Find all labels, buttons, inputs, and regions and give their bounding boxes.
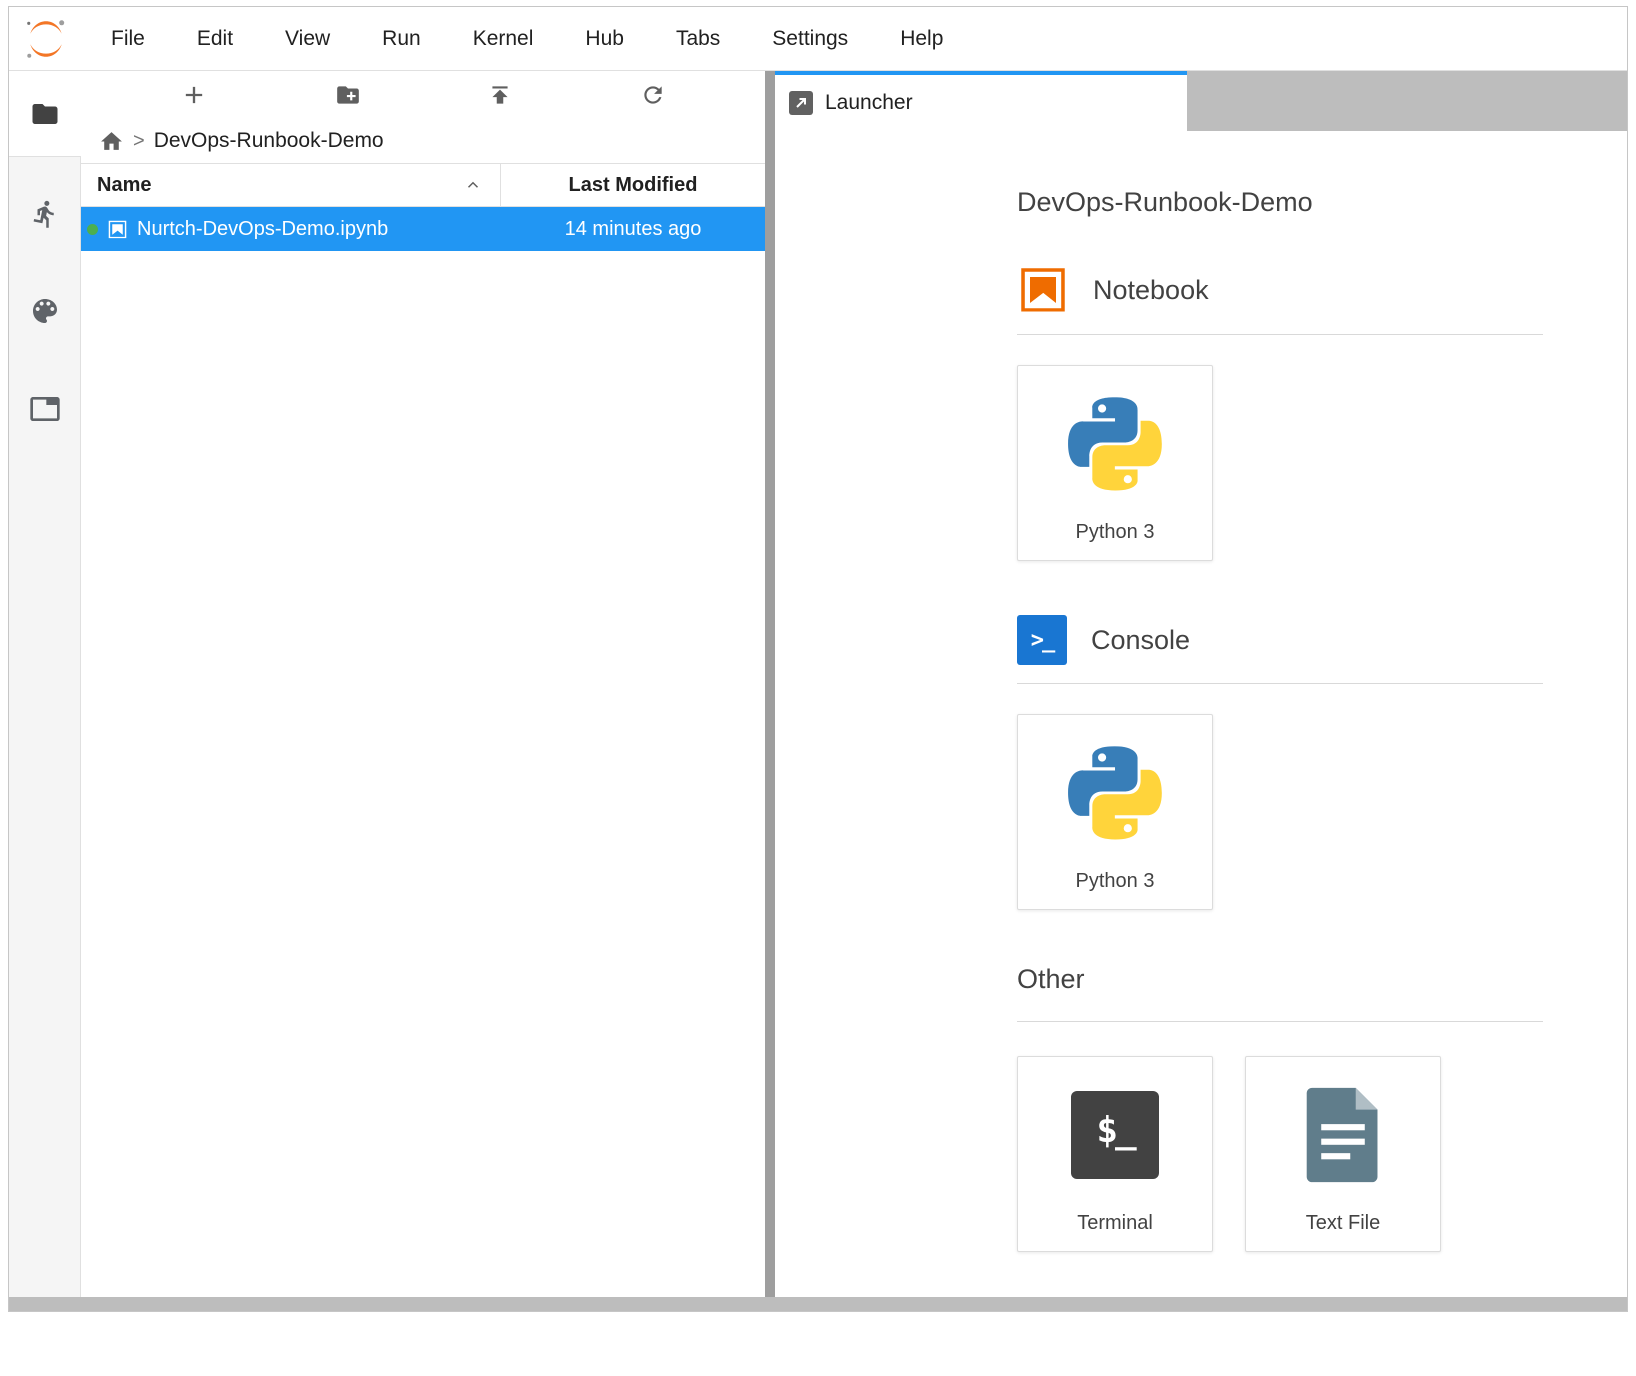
- new-folder-icon[interactable]: [335, 82, 361, 108]
- terminal-glyph: $_: [1071, 1091, 1159, 1179]
- workspace-tabbar: Launcher: [775, 71, 1627, 131]
- console-cards: Python 3: [1017, 714, 1543, 910]
- section-label-notebook: Notebook: [1093, 275, 1209, 306]
- launcher-panel: DevOps-Runbook-Demo Notebook Python 3: [775, 131, 1627, 1297]
- upload-icon[interactable]: [487, 82, 513, 108]
- palette-icon[interactable]: [29, 295, 61, 327]
- python-icon: [1068, 366, 1162, 521]
- text-file-icon: [1303, 1057, 1383, 1212]
- home-icon[interactable]: [99, 129, 124, 154]
- menu-run[interactable]: Run: [356, 7, 447, 70]
- section-label-other: Other: [1017, 964, 1085, 995]
- menu-settings[interactable]: Settings: [746, 7, 874, 70]
- jupyter-logo-icon: [23, 16, 69, 62]
- launcher-tab-icon: [789, 91, 813, 115]
- breadcrumb-separator: >: [133, 130, 145, 153]
- panel-splitter[interactable]: [765, 71, 775, 1297]
- window-bottom-strip: [9, 1297, 1627, 1311]
- column-modified-label: Last Modified: [569, 174, 698, 197]
- tab-launcher-label: Launcher: [825, 91, 913, 115]
- launcher-section-other: Other: [1017, 964, 1543, 995]
- launcher-card-terminal[interactable]: $_ Terminal: [1017, 1056, 1213, 1252]
- launcher-card-text-file[interactable]: Text File: [1245, 1056, 1441, 1252]
- file-list-header: Name Last Modified: [81, 163, 765, 207]
- menu-view[interactable]: View: [259, 7, 356, 70]
- tabs-icon[interactable]: [29, 393, 61, 425]
- menu-hub[interactable]: Hub: [559, 7, 650, 70]
- launcher-card-notebook-python3[interactable]: Python 3: [1017, 365, 1213, 561]
- column-header-last-modified[interactable]: Last Modified: [501, 164, 765, 206]
- menu-tabs[interactable]: Tabs: [650, 7, 746, 70]
- card-label: Text File: [1306, 1212, 1380, 1235]
- column-name-label: Name: [97, 174, 151, 197]
- jupyterlab-window: File Edit View Run Kernel Hub Tabs Setti…: [8, 6, 1628, 1312]
- folder-icon: [30, 99, 60, 129]
- sidebar-tab-strip: [9, 71, 81, 1297]
- main-area: > DevOps-Runbook-Demo Name Last Modified: [9, 71, 1627, 1297]
- launcher-section-console: >_ Console: [1017, 615, 1543, 665]
- section-divider: [1017, 683, 1543, 684]
- running-sessions-icon[interactable]: [30, 199, 60, 229]
- refresh-icon[interactable]: [640, 82, 666, 108]
- file-row-name-cell: Nurtch-DevOps-Demo.ipynb: [81, 218, 501, 241]
- workspace-panel: Launcher DevOps-Runbook-Demo Notebook: [775, 71, 1627, 1297]
- launcher-card-console-python3[interactable]: Python 3: [1017, 714, 1213, 910]
- kernel-running-dot: [87, 224, 98, 235]
- file-row-selected[interactable]: Nurtch-DevOps-Demo.ipynb 14 minutes ago: [81, 207, 765, 251]
- launcher-title: DevOps-Runbook-Demo: [1017, 187, 1543, 218]
- breadcrumb-current-folder[interactable]: DevOps-Runbook-Demo: [154, 129, 384, 153]
- menu-kernel[interactable]: Kernel: [447, 7, 560, 70]
- file-name: Nurtch-DevOps-Demo.ipynb: [137, 218, 388, 241]
- menubar: File Edit View Run Kernel Hub Tabs Setti…: [9, 7, 1627, 71]
- section-divider: [1017, 1021, 1543, 1022]
- menu-file[interactable]: File: [85, 7, 171, 70]
- column-header-name[interactable]: Name: [81, 164, 501, 206]
- sort-ascending-icon: [464, 176, 482, 194]
- menu-edit[interactable]: Edit: [171, 7, 259, 70]
- notebook-file-icon: [107, 219, 128, 240]
- other-cards: $_ Terminal Text File: [1017, 1056, 1543, 1252]
- file-last-modified: 14 minutes ago: [501, 218, 765, 241]
- card-label: Python 3: [1076, 870, 1155, 893]
- notebook-cards: Python 3: [1017, 365, 1543, 561]
- file-browser-panel: > DevOps-Runbook-Demo Name Last Modified: [81, 71, 765, 1297]
- new-launcher-icon[interactable]: [180, 81, 208, 109]
- python-icon: [1068, 715, 1162, 870]
- card-label: Python 3: [1076, 521, 1155, 544]
- file-browser-toolbar: [81, 71, 765, 119]
- notebook-icon: [1017, 264, 1069, 316]
- section-divider: [1017, 334, 1543, 335]
- tab-launcher[interactable]: Launcher: [775, 71, 1187, 131]
- console-icon: >_: [1017, 615, 1067, 665]
- sidebar-tab-file-browser[interactable]: [9, 71, 81, 157]
- launcher-section-notebook: Notebook: [1017, 264, 1543, 316]
- section-label-console: Console: [1091, 625, 1190, 656]
- breadcrumb: > DevOps-Runbook-Demo: [81, 119, 765, 163]
- terminal-icon: $_: [1071, 1057, 1159, 1212]
- card-label: Terminal: [1077, 1212, 1153, 1235]
- menu-help[interactable]: Help: [874, 7, 969, 70]
